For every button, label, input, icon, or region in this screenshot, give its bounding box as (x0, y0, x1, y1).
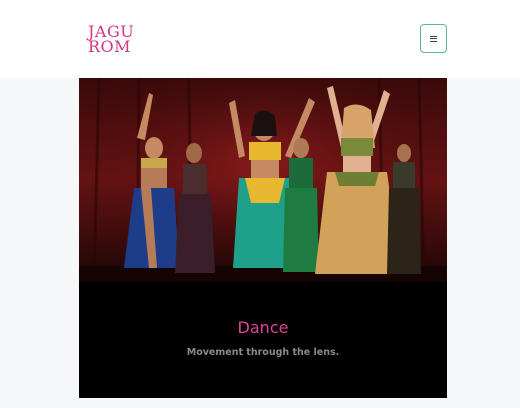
menu-toggle-button[interactable] (420, 24, 447, 53)
dance-photo (79, 78, 447, 282)
gallery-card[interactable]: Dance Movement through the lens. (79, 78, 447, 398)
hamburger-icon (430, 35, 437, 42)
card-subtitle: Movement through the lens. (186, 347, 340, 358)
card-title: Dance (237, 318, 289, 337)
site-logo[interactable]: JAGU ROM (88, 24, 134, 56)
logo-line-2: ROM (88, 37, 132, 56)
site-header: JAGU ROM (0, 0, 520, 78)
